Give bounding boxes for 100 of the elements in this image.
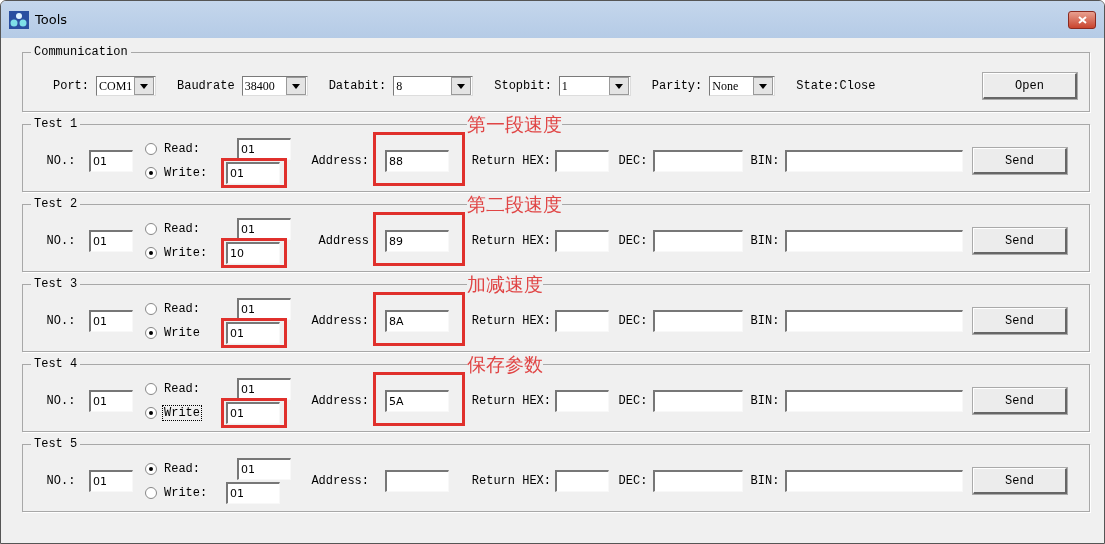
input-field[interactable]: 01: [89, 310, 133, 332]
setting-label: Databit:: [328, 79, 387, 93]
input-field[interactable]: 88: [385, 150, 449, 172]
field-label: BIN:: [750, 474, 780, 488]
send-button[interactable]: Send: [973, 228, 1067, 254]
radio-label[interactable]: Write:: [163, 246, 209, 260]
field-label: Return HEX:: [471, 234, 551, 248]
input-field[interactable]: [785, 150, 963, 172]
input-field[interactable]: [555, 230, 609, 252]
input-field[interactable]: [653, 310, 743, 332]
input-field[interactable]: [785, 230, 963, 252]
send-button[interactable]: Send: [973, 388, 1067, 414]
caret-icon: [140, 83, 148, 89]
field-label: DEC:: [618, 314, 648, 328]
field-label: Address:: [311, 154, 369, 168]
radio-button[interactable]: [145, 463, 157, 475]
input-field[interactable]: 01: [226, 162, 280, 184]
radio-button[interactable]: [145, 143, 157, 155]
field-label: DEC:: [618, 234, 648, 248]
radio-button[interactable]: [145, 223, 157, 235]
input-field[interactable]: 01: [89, 390, 133, 412]
input-field[interactable]: [555, 390, 609, 412]
input-field[interactable]: [785, 310, 963, 332]
dropdown[interactable]: 1: [558, 76, 631, 96]
close-icon: [1077, 15, 1087, 24]
input-field[interactable]: 01: [89, 230, 133, 252]
caret-icon: [759, 83, 768, 89]
radio-label[interactable]: Read:: [163, 302, 201, 316]
input-field[interactable]: 5A: [385, 390, 449, 412]
radio-label[interactable]: Write: [163, 326, 201, 340]
app-icon: [9, 10, 29, 29]
radio-button[interactable]: [145, 247, 157, 259]
field-label: Return HEX:: [471, 154, 551, 168]
dropdown[interactable]: None: [709, 76, 776, 96]
caret-icon: [457, 83, 466, 89]
annotation-text: 保存参数: [467, 353, 543, 375]
send-button[interactable]: Send: [973, 148, 1067, 174]
field-label: Return HEX:: [471, 394, 551, 408]
status-text: State:Close: [796, 79, 876, 93]
setting-label: Parity:: [651, 79, 703, 93]
send-button[interactable]: Send: [973, 308, 1067, 334]
field-label: Address:: [311, 474, 369, 488]
open-button[interactable]: Open: [983, 73, 1077, 99]
input-field[interactable]: 8A: [385, 310, 449, 332]
send-button[interactable]: Send: [973, 468, 1067, 494]
input-field[interactable]: [653, 150, 743, 172]
dropdown[interactable]: COM1: [96, 76, 156, 96]
dropdown[interactable]: 38400: [241, 76, 308, 96]
field-label: Address:: [311, 314, 369, 328]
field-label: DEC:: [618, 474, 648, 488]
radio-button[interactable]: [145, 303, 157, 315]
input-field[interactable]: [555, 470, 609, 492]
input-field[interactable]: [785, 470, 963, 492]
input-field[interactable]: 89: [385, 230, 449, 252]
radio-label[interactable]: Read:: [163, 222, 201, 236]
field-label: Address:: [311, 394, 369, 408]
caret-icon: [291, 83, 300, 89]
input-field[interactable]: [653, 230, 743, 252]
radio-button[interactable]: [145, 487, 157, 499]
input-field[interactable]: 01: [237, 298, 291, 320]
input-field[interactable]: 01: [237, 138, 291, 160]
annotation-text: 加减速度: [467, 273, 543, 295]
field-label: NO.:: [46, 474, 76, 488]
radio-button[interactable]: [145, 327, 157, 339]
radio-label[interactable]: Write: [163, 406, 201, 420]
input-field[interactable]: [555, 310, 609, 332]
field-label: NO.:: [46, 154, 76, 168]
close-button[interactable]: [1068, 10, 1096, 29]
input-field[interactable]: 01: [89, 470, 133, 492]
field-label: NO.:: [46, 394, 76, 408]
input-field[interactable]: [653, 390, 743, 412]
radio-label[interactable]: Write:: [163, 166, 209, 180]
input-field[interactable]: 10: [226, 242, 280, 264]
dropdown[interactable]: 8: [393, 76, 474, 96]
radio-button[interactable]: [145, 407, 157, 419]
setting-label: Baudrate: [177, 79, 235, 93]
input-field[interactable]: [385, 470, 449, 492]
input-field[interactable]: 01: [237, 218, 291, 240]
input-field[interactable]: [555, 150, 609, 172]
radio-button[interactable]: [145, 383, 157, 395]
radio-label[interactable]: Read:: [163, 142, 201, 156]
radio-label[interactable]: Write:: [163, 486, 209, 500]
input-field[interactable]: 01: [89, 150, 133, 172]
input-field[interactable]: 01: [237, 378, 291, 400]
window-title: Tools: [35, 12, 68, 27]
radio-label[interactable]: Read:: [163, 382, 201, 396]
input-field[interactable]: 01: [226, 402, 280, 424]
setting-label: Stopbit:: [494, 79, 552, 93]
setting-label: Port:: [53, 79, 89, 93]
field-label: Return HEX:: [471, 474, 551, 488]
input-field[interactable]: 01: [237, 458, 291, 480]
radio-button[interactable]: [145, 167, 157, 179]
field-label: BIN:: [750, 314, 780, 328]
input-field[interactable]: [785, 390, 963, 412]
input-field[interactable]: 01: [226, 322, 280, 344]
radio-label[interactable]: Read:: [163, 462, 201, 476]
input-field[interactable]: [653, 470, 743, 492]
input-field[interactable]: 01: [226, 482, 280, 504]
field-label: BIN:: [750, 394, 780, 408]
annotation-text: 第一段速度: [467, 113, 562, 135]
